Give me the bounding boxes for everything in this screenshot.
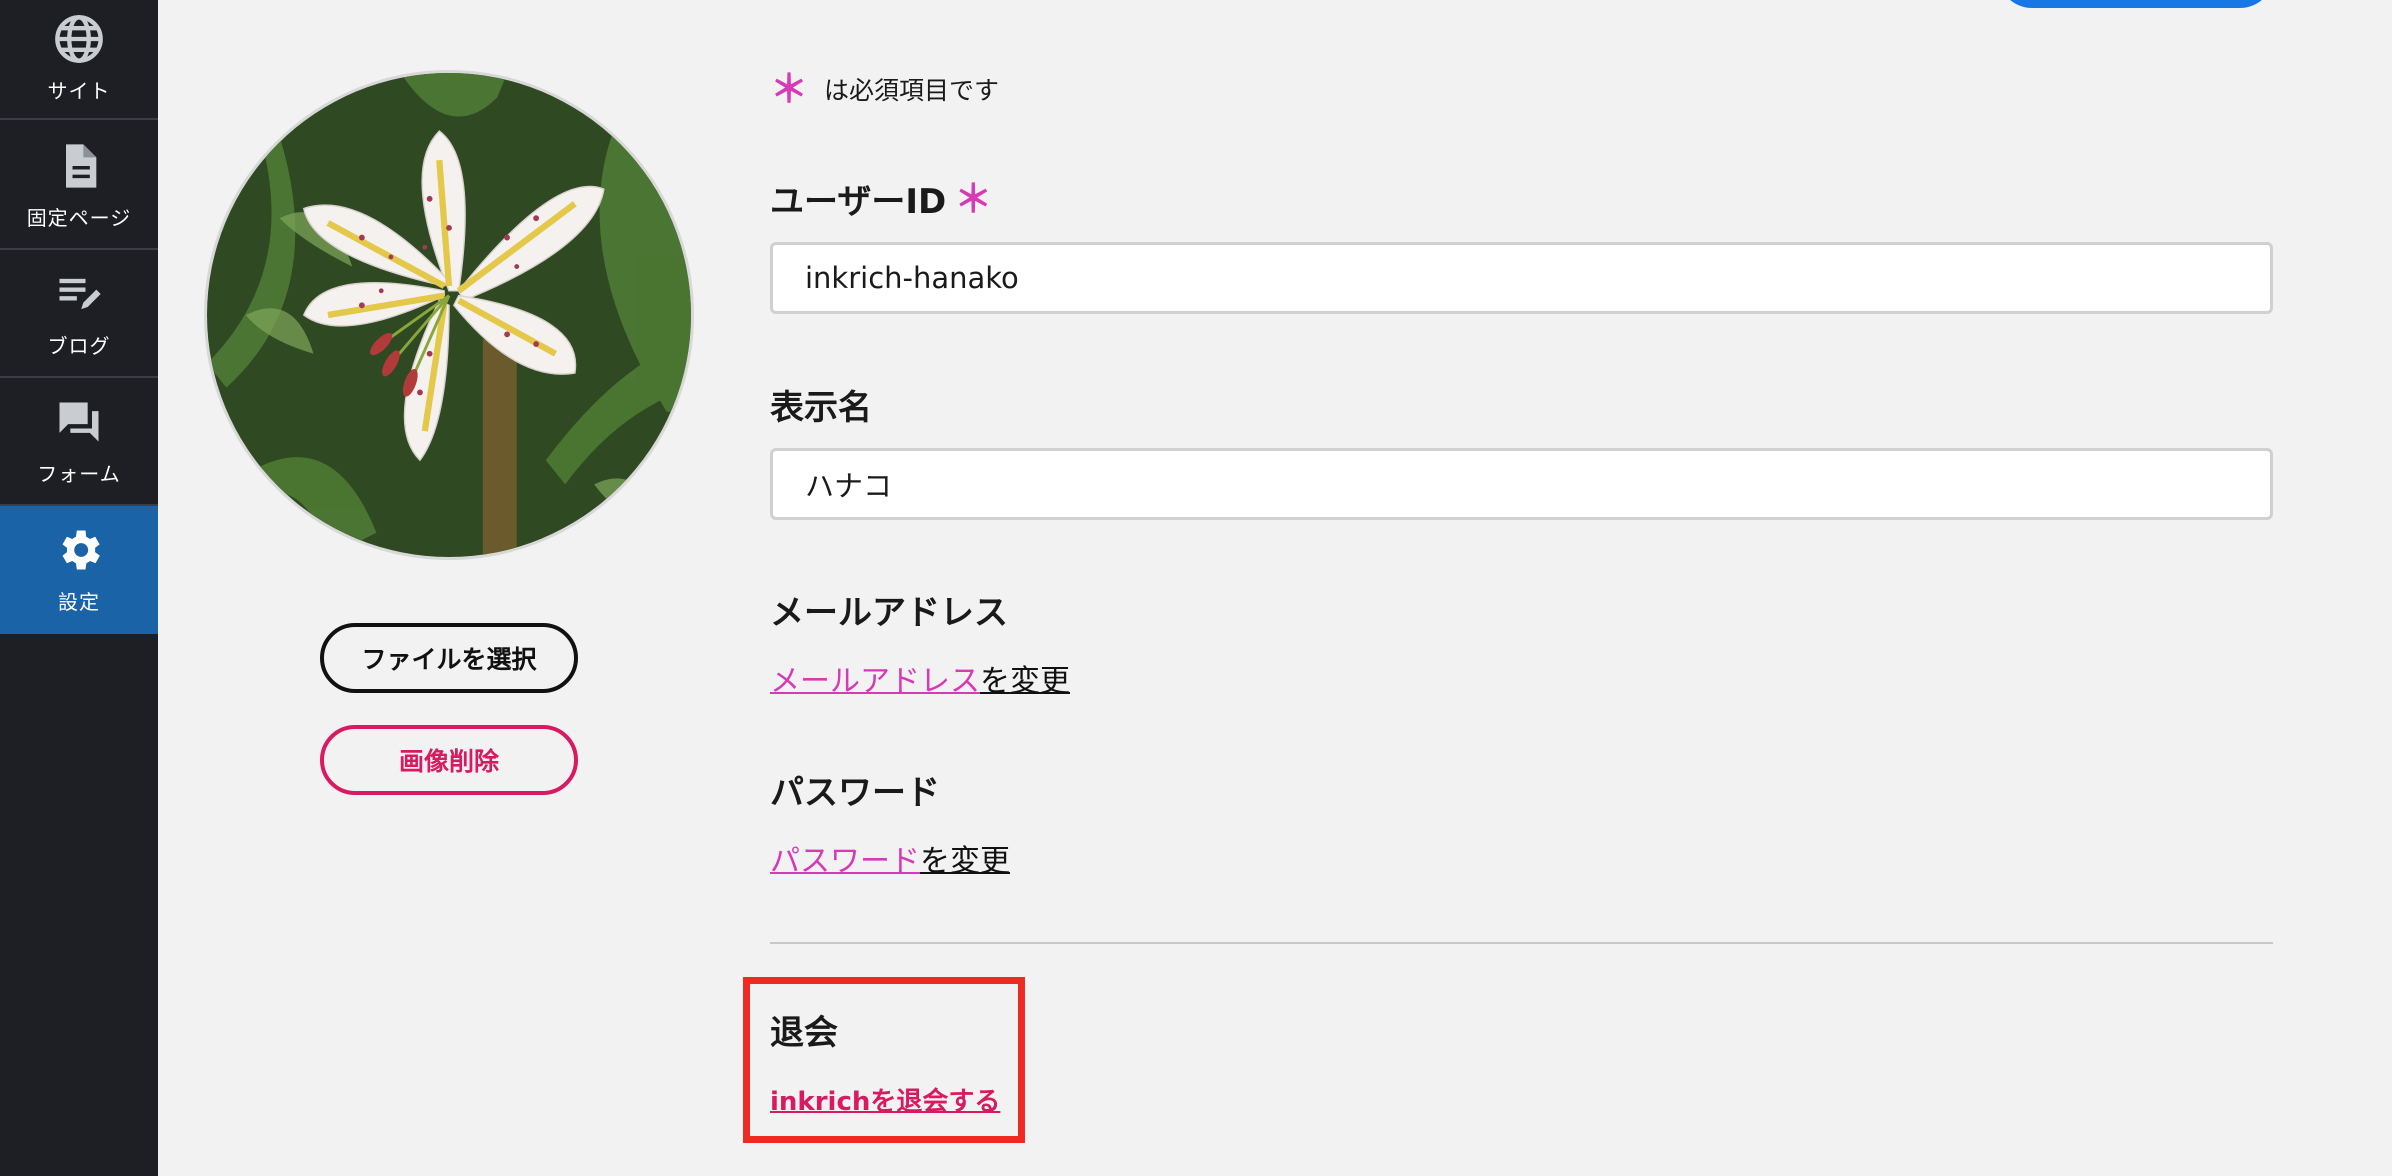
required-asterisk-icon: ＊ [770,67,809,111]
avatar-image [207,73,691,557]
required-note: ＊ は必須項目です [770,70,999,108]
sidebar: サイト 固定ページ ブログ フォーム 設定 [0,0,158,1176]
user-id-input[interactable] [770,242,2273,314]
change-password-link[interactable]: パスワードを変更 [770,836,1010,880]
save-button[interactable] [1998,0,2274,8]
user-id-label: ユーザーID ＊ [770,174,992,223]
sidebar-item-label: 固定ページ [26,205,132,230]
email-link-suffix[interactable]: を変更 [980,664,1070,699]
sidebar-item-site[interactable]: サイト [0,0,158,120]
password-label: パスワード [770,765,940,814]
sidebar-item-pages[interactable]: 固定ページ [0,122,158,250]
edit-list-icon [59,278,101,309]
avatar [204,70,694,560]
gear-icon [62,530,100,569]
withdraw-link[interactable]: inkrichを退会する [770,1081,1000,1118]
email-link-text[interactable]: メールアドレス [770,664,980,699]
delete-image-button[interactable]: 画像削除 [320,725,578,795]
change-email-link[interactable]: メールアドレスを変更 [770,656,1070,700]
highlight-box [743,977,1025,1143]
display-name-input[interactable] [770,448,2273,520]
withdraw-title: 退会 [770,1013,838,1053]
sidebar-item-label: ブログ [47,333,111,358]
globe-icon [55,14,103,63]
display-name-label: 表示名 [770,380,872,429]
document-icon [66,143,97,188]
email-label-text: メールアドレス [770,593,1008,633]
required-note-text: は必須項目です [824,76,1000,105]
sidebar-item-blog[interactable]: ブログ [0,250,158,378]
chat-icon [59,402,99,441]
required-asterisk-icon: ＊ [954,176,993,221]
email-label: メールアドレス [770,585,1008,634]
sidebar-item-label: 設定 [58,589,100,614]
divider [770,942,2273,944]
sidebar-item-form[interactable]: フォーム [0,378,158,506]
sidebar-item-settings[interactable]: 設定 [0,506,158,634]
select-file-button[interactable]: ファイルを選択 [320,623,578,693]
sidebar-item-label: サイト [47,78,111,103]
sidebar-item-label: フォーム [37,461,121,486]
password-label-text: パスワード [770,773,940,813]
display-name-label-text: 表示名 [770,388,872,428]
user-id-label-text: ユーザーID [770,182,947,222]
password-link-suffix[interactable]: を変更 [920,844,1010,879]
password-link-text[interactable]: パスワード [770,844,920,879]
